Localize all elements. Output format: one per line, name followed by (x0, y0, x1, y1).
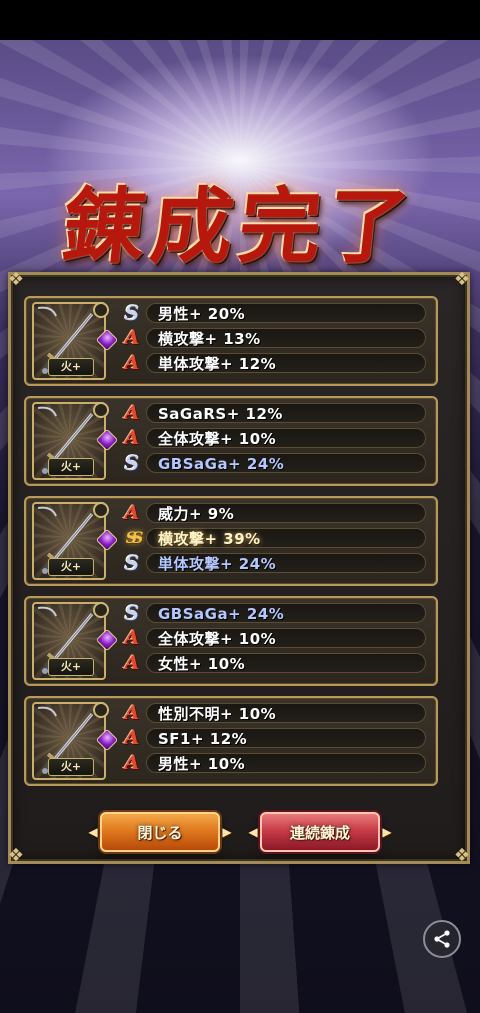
rank-a-icon: A (124, 427, 140, 449)
stat-text: GBSaGa+ 24% (158, 605, 285, 623)
stat-text: 男性+ 10% (158, 755, 246, 773)
rank-s-icon: S (124, 451, 140, 475)
element-rank-label: 火+ (48, 658, 94, 676)
stat-text: 全体攻撃+ 10% (158, 430, 277, 448)
rank-a-icon: A (124, 702, 140, 724)
stat-list: S 男性+ 20% A 横攻撃+ 13% A 単体攻撃+ 12% (118, 302, 428, 377)
wing-ornament-icon: ▶ (222, 825, 232, 839)
stat-text: 威力+ 9% (158, 505, 235, 523)
wing-ornament-icon: ◀ (88, 825, 98, 839)
stat-text: 女性+ 10% (158, 655, 246, 673)
ring-icon (93, 702, 109, 718)
rank-s-icon: S (124, 601, 140, 625)
result-card: 火+ A SaGaRS+ 12% A 全体攻撃+ 10% S GBSaGa+ 24% (24, 396, 438, 486)
ring-icon (93, 302, 109, 318)
ring-icon (93, 402, 109, 418)
rank-a-icon: A (124, 727, 140, 749)
element-rank-label: 火+ (48, 758, 94, 776)
stat-row: A 単体攻撃+ 12% (118, 352, 428, 374)
stat-text: 単体攻撃+ 24% (158, 555, 277, 573)
share-button[interactable] (423, 920, 461, 958)
ring-icon (93, 502, 109, 518)
close-button-label: 閉じる (137, 824, 183, 842)
stat-row: S 男性+ 20% (118, 302, 428, 324)
stat-row: A 威力+ 9% (118, 502, 428, 524)
corner-ornament-icon: ❖ (453, 845, 471, 866)
status-bar (0, 0, 480, 40)
page-title: 錬成完了 (58, 179, 421, 275)
share-icon (434, 930, 450, 948)
stat-row: S GBSaGa+ 24% (118, 602, 428, 624)
rank-a-icon: A (124, 327, 140, 349)
rank-a-icon: A (124, 402, 140, 424)
continue-refine-button[interactable]: ◀ 連続錬成 ▶ (248, 812, 392, 852)
corner-ornament-icon: ❖ (7, 269, 25, 290)
element-rank-label: 火+ (48, 358, 94, 376)
stat-text: 性別不明+ 10% (158, 705, 277, 723)
ring-icon (93, 602, 109, 618)
result-card: 火+ S GBSaGa+ 24% A 全体攻撃+ 10% A 女性+ 10% (24, 596, 438, 686)
rank-a-icon: A (124, 627, 140, 649)
stat-row: A 女性+ 10% (118, 652, 428, 674)
stat-list: A SaGaRS+ 12% A 全体攻撃+ 10% S GBSaGa+ 24% (118, 402, 428, 477)
element-rank-label: 火+ (48, 458, 94, 476)
element-rank-label: 火+ (48, 558, 94, 576)
rank-a-icon: A (124, 352, 140, 374)
close-button[interactable]: ◀ 閉じる ▶ (88, 812, 232, 852)
stat-list: S GBSaGa+ 24% A 全体攻撃+ 10% A 女性+ 10% (118, 602, 428, 677)
result-card: 火+ S 男性+ 20% A 横攻撃+ 13% A 単体攻撃+ 12% (24, 296, 438, 386)
stat-row: A 全体攻撃+ 10% (118, 627, 428, 649)
wing-ornament-icon: ◀ (248, 825, 258, 839)
stat-text: 男性+ 20% (158, 305, 246, 323)
stat-row: A 性別不明+ 10% (118, 702, 428, 724)
rank-s-icon: S (124, 301, 140, 325)
stat-row: A 横攻撃+ 13% (118, 327, 428, 349)
result-card: 火+ A 性別不明+ 10% A SF1+ 12% A 男性+ 10% (24, 696, 438, 786)
rank-a-icon: A (124, 502, 140, 524)
rank-a-icon: A (124, 752, 140, 774)
stat-row: S GBSaGa+ 24% (118, 452, 428, 474)
stat-row: A SaGaRS+ 12% (118, 402, 428, 424)
stat-text: 全体攻撃+ 10% (158, 630, 277, 648)
stat-list: A 性別不明+ 10% A SF1+ 12% A 男性+ 10% (118, 702, 428, 777)
stat-row: A 男性+ 10% (118, 752, 428, 774)
corner-ornament-icon: ❖ (453, 269, 471, 290)
stat-row: SS 横攻撃+ 39% (118, 527, 428, 549)
continue-button-label: 連続錬成 (289, 824, 350, 842)
stat-row: S 単体攻撃+ 24% (118, 552, 428, 574)
rank-a-icon: A (124, 652, 140, 674)
stat-text: 単体攻撃+ 12% (158, 355, 277, 373)
stat-text: 横攻撃+ 13% (158, 330, 261, 348)
stat-text: SF1+ 12% (158, 730, 248, 748)
corner-ornament-icon: ❖ (7, 845, 25, 866)
stat-list: A 威力+ 9% SS 横攻撃+ 39% S 単体攻撃+ 24% (118, 502, 428, 577)
rank-ss-icon: SS (125, 528, 144, 547)
wing-ornament-icon: ▶ (382, 825, 392, 839)
stat-text: SaGaRS+ 12% (158, 405, 283, 423)
stat-text: 横攻撃+ 39% (158, 530, 261, 548)
stat-text: GBSaGa+ 24% (158, 455, 285, 473)
result-card: 火+ A 威力+ 9% SS 横攻撃+ 39% S 単体攻撃+ 24% (24, 496, 438, 586)
stat-row: A 全体攻撃+ 10% (118, 427, 428, 449)
stat-row: A SF1+ 12% (118, 727, 428, 749)
rank-s-icon: S (124, 551, 140, 575)
